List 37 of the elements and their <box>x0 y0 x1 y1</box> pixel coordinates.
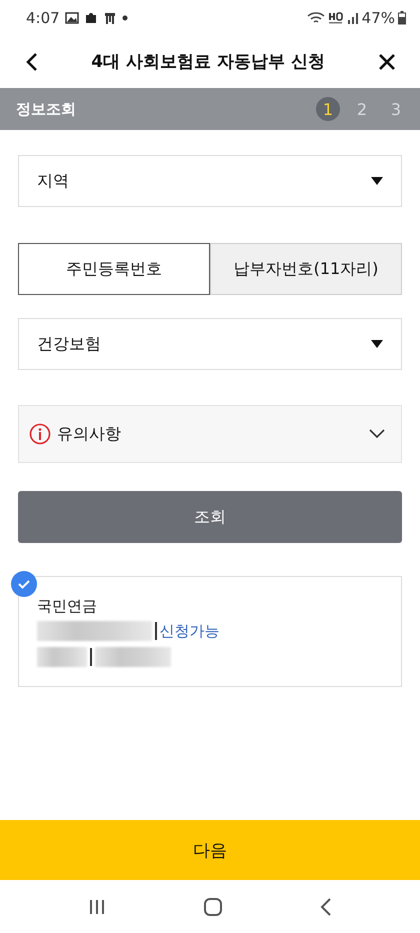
signal-icon <box>346 10 359 24</box>
status-time: 4:07 <box>26 8 60 26</box>
blurred-text <box>37 647 87 667</box>
puzzle-icon <box>84 10 98 24</box>
recents-icon[interactable] <box>88 898 106 916</box>
separator-bar <box>90 648 92 666</box>
step-label: 정보조회 <box>16 100 76 118</box>
dropdown-field[interactable]: 건강보험 <box>18 318 402 370</box>
status-text: 신청가능 <box>160 622 220 640</box>
dropdown-arrow-icon <box>371 340 383 348</box>
next-button[interactable]: 다음 <box>0 820 420 880</box>
back-nav-icon[interactable] <box>320 898 332 916</box>
battery-icon <box>398 10 406 24</box>
step-indicator: 2 <box>356 98 368 120</box>
dropdown-arrow-icon <box>371 177 383 185</box>
image-icon <box>64 12 79 24</box>
id-type-tab[interactable]: 납부자번호(11자리) <box>210 243 402 295</box>
notification-icon <box>102 10 117 24</box>
search-button[interactable]: 조회 <box>18 491 402 543</box>
info-icon <box>29 423 51 445</box>
back-icon <box>26 52 38 72</box>
home-icon[interactable] <box>202 896 223 916</box>
hd-voice-icon <box>328 10 344 24</box>
page-title: 4대 사회보험료 자동납부 신청 <box>91 51 325 73</box>
id-type-tab[interactable]: 주민등록번호 <box>18 243 210 295</box>
dot-icon <box>122 14 128 20</box>
step-indicator: 3 <box>390 98 402 120</box>
wifi-icon <box>306 10 325 24</box>
notice-accordion[interactable]: 유의사항 <box>18 405 402 463</box>
dropdown-field[interactable]: 지역 <box>18 155 402 207</box>
result-card[interactable]: 국민연금 신청가능 <box>18 576 402 687</box>
close-icon <box>378 52 396 70</box>
step-indicator: 1 <box>316 97 340 121</box>
card-title: 국민연금 <box>37 597 98 616</box>
separator-bar <box>155 622 156 640</box>
battery-level: 47% <box>362 8 395 26</box>
chevron-icon <box>369 429 385 439</box>
